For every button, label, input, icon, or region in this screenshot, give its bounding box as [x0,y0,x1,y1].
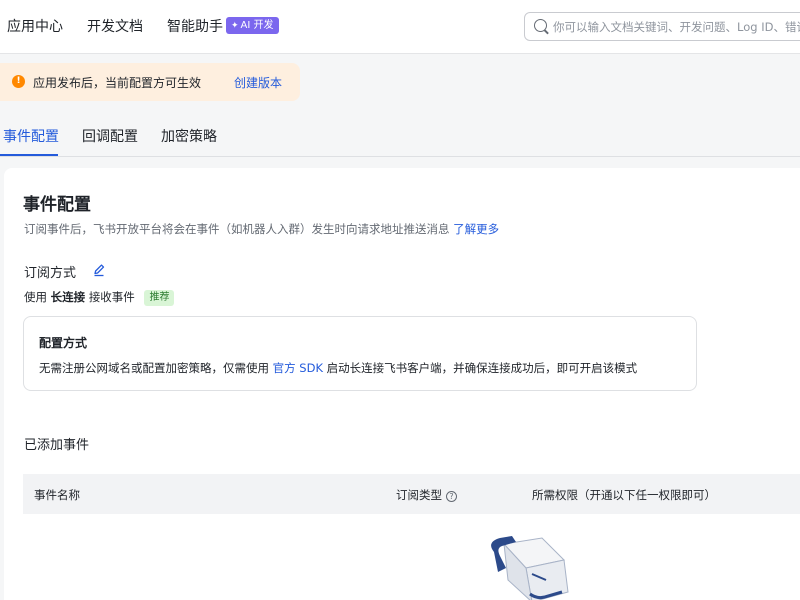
search-input[interactable] [553,17,800,37]
subscription-method-title: 订阅方式 [24,266,77,281]
warning-icon: ! [12,75,25,88]
column-subscription-type-label: 订阅类型 [396,488,442,502]
search-box[interactable] [524,12,800,41]
top-bar: 应用中心 开发文档 智能助手 ✦ AI 开发 [0,0,800,54]
page-title: 事件配置 [23,195,91,215]
column-event-name: 事件名称 [34,488,80,502]
subscription-method: 长连接 [50,290,86,304]
config-method-box: 配置方式 无需注册公网域名或配置加密策略，仅需使用 官方 SDK 启动长连接飞书… [23,316,697,391]
config-desc-post: 启动长连接飞书客户端，并确保连接成功后，即可开启该模式 [326,361,638,375]
publish-notice: ! 应用发布后，当前配置方可生效 创建版本 [0,63,300,101]
subscription-suffix: 接收事件 [88,290,135,304]
section-description: 订阅事件后，飞书开放平台将会在事件（如机器人入群）发生时向请求地址推送消息 了解… [24,221,499,237]
config-method-title: 配置方式 [39,336,88,350]
ai-dev-badge[interactable]: ✦ AI 开发 [226,17,279,34]
edit-icon[interactable] [92,263,106,277]
active-tab-indicator [0,154,58,156]
sparkle-icon: ✦ [231,21,239,31]
column-subscription-type: 订阅类型? [396,487,457,503]
subscription-method-value: 使用 长连接 接收事件 推荐 [24,289,175,306]
events-table-header: 事件名称 订阅类型? 所需权限（开通以下任一权限即可） [23,474,800,514]
notice-text: 应用发布后，当前配置方可生效 [33,76,202,90]
nav-dev-docs[interactable]: 开发文档 [87,16,143,36]
official-sdk-link[interactable]: 官方 SDK [273,361,323,375]
config-desc-pre: 无需注册公网域名或配置加密策略，仅需使用 [39,361,269,375]
column-required-permissions: 所需权限（开通以下任一权限即可） [532,488,716,502]
event-config-card: 事件配置 订阅事件后，飞书开放平台将会在事件（如机器人入群）发生时向请求地址推送… [4,168,800,600]
ai-badge-label: AI 开发 [240,20,274,31]
empty-box-illustration [491,536,569,600]
search-icon [534,19,547,32]
description-text: 订阅事件后，飞书开放平台将会在事件（如机器人入群）发生时向请求地址推送消息 [24,222,450,236]
subscription-prefix: 使用 [24,290,47,304]
config-method-desc: 无需注册公网域名或配置加密策略，仅需使用 官方 SDK 启动长连接飞书客户端，并… [39,360,637,376]
added-events-title: 已添加事件 [24,438,90,453]
recommended-badge: 推荐 [144,290,175,306]
tab-event-config[interactable]: 事件配置 [3,126,59,146]
create-version-link[interactable]: 创建版本 [234,74,282,91]
tab-encryption-policy[interactable]: 加密策略 [161,126,217,146]
learn-more-link[interactable]: 了解更多 [453,222,499,236]
tab-callback-config[interactable]: 回调配置 [82,126,138,146]
config-tabs: 事件配置 回调配置 加密策略 [0,112,800,157]
nav-app-center[interactable]: 应用中心 [7,16,63,36]
help-icon[interactable]: ? [446,491,457,502]
nav-ai-assistant[interactable]: 智能助手 [167,16,223,36]
